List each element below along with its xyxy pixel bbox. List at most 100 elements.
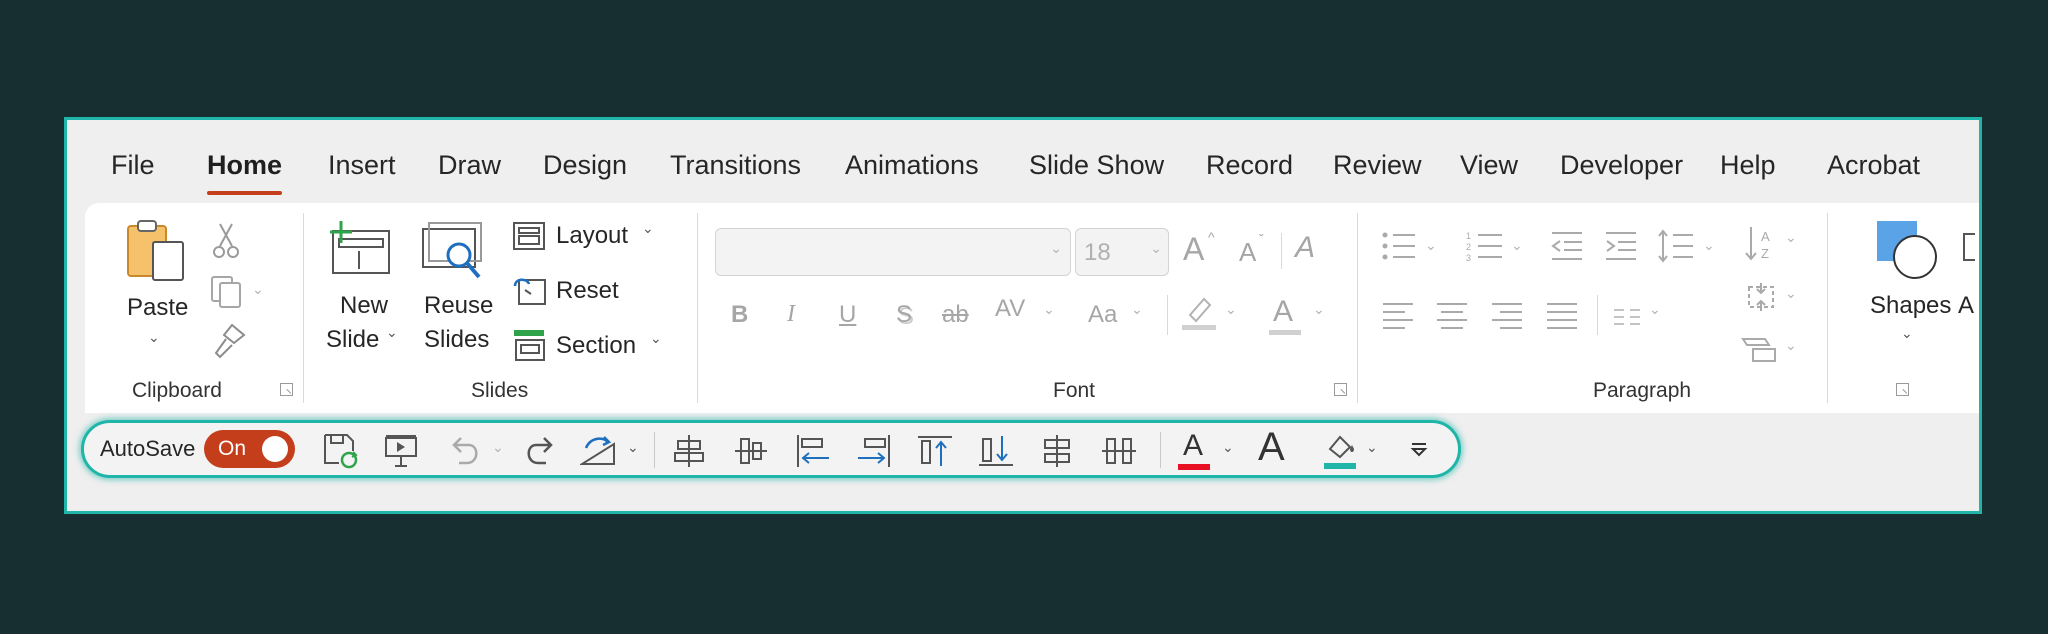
qat-font-color-icon[interactable]: A (1183, 429, 1203, 463)
align-text-dropdown-icon[interactable]: ⌄ (1785, 285, 1797, 302)
format-painter-icon[interactable] (212, 323, 246, 359)
arrange-label-partial[interactable]: A (1958, 292, 1974, 320)
reuse-slides-label-1[interactable]: Reuse (424, 292, 493, 320)
font-name-dropdown-icon[interactable]: ⌄ (1050, 240, 1062, 257)
layout-icon[interactable] (513, 222, 545, 250)
tab-design[interactable]: Design (543, 150, 627, 181)
layout-dropdown-icon[interactable]: ⌄ (642, 220, 654, 237)
shadow-button[interactable]: S (896, 301, 912, 329)
tab-home[interactable]: Home (207, 150, 283, 195)
shape-fill-dropdown-icon[interactable]: ⌄ (1366, 439, 1378, 456)
rotate-icon[interactable] (580, 434, 618, 468)
tab-draw[interactable]: Draw (438, 150, 501, 181)
new-slide-label-2[interactable]: Slide (326, 326, 379, 354)
start-from-beginning-icon[interactable] (384, 434, 418, 468)
bullets-dropdown-icon[interactable]: ⌄ (1425, 237, 1437, 254)
align-left-objects-icon[interactable] (795, 434, 831, 468)
line-spacing-dropdown-icon[interactable]: ⌄ (1703, 237, 1715, 254)
spacing-dropdown-icon[interactable]: ⌄ (1043, 301, 1055, 318)
change-case-dropdown-icon[interactable]: ⌄ (1131, 301, 1143, 318)
tab-help[interactable]: Help (1720, 150, 1776, 181)
paste-dropdown-icon[interactable]: ⌄ (148, 329, 160, 346)
rotate-dropdown-icon[interactable]: ⌄ (627, 439, 639, 456)
smartart-dropdown-icon[interactable]: ⌄ (1785, 337, 1797, 354)
justify-icon[interactable] (1545, 301, 1579, 331)
tab-file[interactable]: File (111, 150, 155, 181)
autosave-toggle[interactable]: On (204, 430, 295, 468)
new-slide-dropdown-icon[interactable]: ⌄ (386, 324, 398, 341)
font-color-icon[interactable]: A (1273, 295, 1293, 329)
redo-icon[interactable] (524, 435, 556, 465)
tab-view[interactable]: View (1460, 150, 1518, 181)
highlight-dropdown-icon[interactable]: ⌄ (1225, 301, 1237, 318)
bold-button[interactable]: B (731, 301, 748, 329)
numbering-dropdown-icon[interactable]: ⌄ (1511, 237, 1523, 254)
align-top-icon[interactable] (917, 434, 953, 468)
tab-review[interactable]: Review (1333, 150, 1422, 181)
distribute-vertically-icon[interactable] (1040, 434, 1074, 468)
underline-button[interactable]: U (839, 301, 856, 329)
reuse-slides-label-2[interactable]: Slides (424, 326, 489, 354)
paste-label[interactable]: Paste (127, 294, 188, 322)
tab-developer[interactable]: Developer (1560, 150, 1683, 181)
section-dropdown-icon[interactable]: ⌄ (650, 330, 662, 347)
align-middle-icon[interactable] (734, 434, 768, 468)
smartart-icon[interactable] (1741, 335, 1779, 365)
reset-label[interactable]: Reset (556, 277, 619, 305)
copy-icon[interactable] (210, 275, 244, 309)
numbering-icon[interactable]: 1 2 3 (1466, 231, 1504, 261)
font-size-combo[interactable]: 18 ⌄ (1075, 228, 1169, 276)
paste-icon[interactable] (125, 218, 187, 284)
shapes-dropdown-icon[interactable]: ⌄ (1901, 325, 1913, 342)
shrink-font-icon[interactable]: A (1239, 237, 1256, 268)
qat-font-color-dropdown-icon[interactable]: ⌄ (1222, 439, 1234, 456)
customize-toolbar-icon[interactable] (1409, 440, 1429, 460)
reset-icon[interactable] (513, 276, 547, 306)
line-spacing-icon[interactable] (1657, 229, 1695, 263)
tab-animations[interactable]: Animations (845, 150, 979, 181)
increase-indent-icon[interactable] (1604, 231, 1638, 261)
bullets-icon[interactable] (1381, 231, 1417, 261)
text-direction-icon[interactable]: A Z (1743, 225, 1777, 263)
tab-record[interactable]: Record (1206, 150, 1293, 181)
new-slide-icon[interactable] (329, 221, 393, 277)
align-right-objects-icon[interactable] (856, 434, 892, 468)
shapes-icon[interactable] (1875, 219, 1939, 283)
grow-font-icon[interactable]: A (1183, 231, 1204, 268)
font-size-dropdown-icon[interactable]: ⌄ (1150, 240, 1162, 257)
highlight-color-icon[interactable] (1180, 293, 1218, 331)
font-name-combo[interactable]: ⌄ (715, 228, 1071, 276)
tab-transitions[interactable]: Transitions (670, 150, 801, 181)
align-bottom-icon[interactable] (978, 434, 1014, 468)
distribute-horizontally-icon[interactable] (1101, 434, 1137, 468)
new-slide-label-1[interactable]: New (340, 292, 388, 320)
decrease-indent-icon[interactable] (1550, 231, 1584, 261)
cut-icon[interactable] (212, 222, 240, 260)
copy-dropdown-icon[interactable]: ⌄ (252, 281, 264, 298)
font-launcher-icon[interactable] (1334, 383, 1347, 396)
section-label[interactable]: Section (556, 332, 636, 360)
strikethrough-button[interactable]: ab (942, 301, 969, 329)
undo-icon[interactable] (449, 435, 481, 465)
shape-fill-icon[interactable] (1322, 431, 1358, 471)
align-left-icon[interactable] (1381, 301, 1415, 331)
text-direction-dropdown-icon[interactable]: ⌄ (1785, 229, 1797, 246)
undo-dropdown-icon[interactable]: ⌄ (492, 439, 504, 456)
clear-formatting-icon[interactable]: A (1295, 231, 1315, 265)
tab-slide-show[interactable]: Slide Show (1029, 150, 1164, 181)
align-right-icon[interactable] (1490, 301, 1524, 331)
shapes-label[interactable]: Shapes (1870, 292, 1951, 320)
paragraph-launcher-icon[interactable] (1896, 383, 1909, 396)
change-case-button[interactable]: Aa (1088, 301, 1117, 329)
layout-label[interactable]: Layout (556, 222, 628, 250)
arrange-icon-partial[interactable] (1963, 233, 1975, 261)
reuse-slides-icon[interactable] (421, 221, 487, 281)
font-color-dropdown-icon[interactable]: ⌄ (1313, 301, 1325, 318)
align-center-icon[interactable] (1435, 301, 1469, 331)
section-icon[interactable] (513, 328, 547, 362)
tab-acrobat[interactable]: Acrobat (1827, 150, 1920, 181)
qat-grow-font-icon[interactable]: A (1258, 425, 1285, 470)
columns-icon[interactable] (1612, 307, 1642, 327)
save-refresh-icon[interactable] (323, 433, 359, 469)
align-text-icon[interactable] (1743, 281, 1779, 313)
